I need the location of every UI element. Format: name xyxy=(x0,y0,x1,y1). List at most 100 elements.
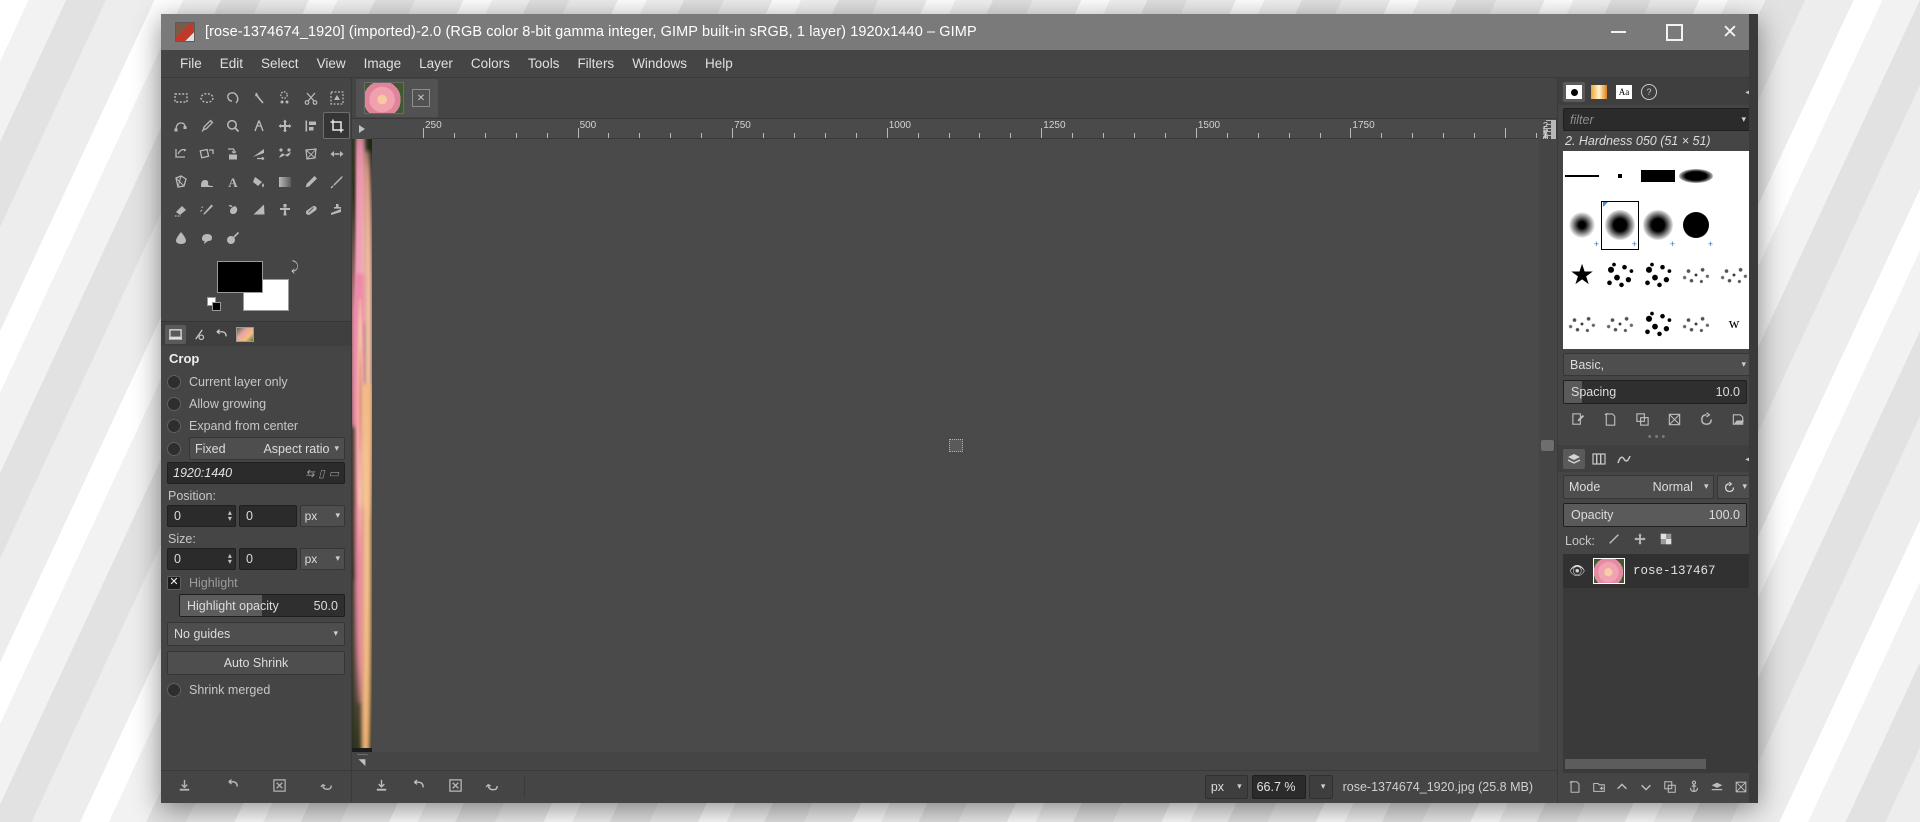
vine-brush[interactable]: w xyxy=(1715,300,1753,350)
tool-options-tab[interactable] xyxy=(165,325,186,344)
undo-history-tab[interactable] xyxy=(211,325,232,344)
pixel-brush[interactable] xyxy=(1601,151,1639,201)
ellipse-select-tool[interactable] xyxy=(193,84,220,111)
rectangle-select-tool[interactable] xyxy=(167,84,194,111)
size-height-input[interactable]: 0 xyxy=(238,548,297,570)
hardness-075-brush[interactable]: + xyxy=(1639,201,1677,251)
size-unit-combo[interactable]: px ▾ xyxy=(299,548,346,570)
revert-icon[interactable] xyxy=(485,778,500,796)
block-brush[interactable] xyxy=(1639,151,1677,201)
paths-tool[interactable] xyxy=(167,112,194,139)
portrait-icon[interactable]: ▯ xyxy=(319,467,325,480)
brushes-tab[interactable] xyxy=(1563,82,1585,102)
position-unit-combo[interactable]: px ▾ xyxy=(299,505,346,527)
lower-layer-icon[interactable] xyxy=(1639,780,1653,797)
merge-down-icon[interactable] xyxy=(1710,780,1724,797)
fonts-tab[interactable]: Aa xyxy=(1613,82,1635,102)
acrylic-brush[interactable] xyxy=(1601,250,1639,300)
new-layer-icon[interactable] xyxy=(1568,780,1582,797)
bucket-fill-tool[interactable] xyxy=(245,168,272,195)
blur-sharpen-tool[interactable] xyxy=(167,224,194,251)
menu-help[interactable]: Help xyxy=(696,52,742,75)
hardness-025-brush[interactable]: + xyxy=(1563,201,1601,251)
free-select-tool[interactable] xyxy=(219,84,246,111)
menu-select[interactable]: Select xyxy=(252,52,308,75)
horizontal-scrollbar[interactable] xyxy=(1539,139,1557,752)
scale-tool[interactable] xyxy=(193,140,220,167)
layer-mode-switch-button[interactable]: ▾ xyxy=(1717,475,1753,499)
vscroll-track[interactable] xyxy=(356,754,368,755)
raise-layer-icon[interactable] xyxy=(1615,780,1629,797)
line-brush[interactable] xyxy=(1563,151,1601,201)
menu-view[interactable]: View xyxy=(308,52,355,75)
clone-tool[interactable] xyxy=(271,196,298,223)
menu-image[interactable]: Image xyxy=(355,52,411,75)
airbrush-tool[interactable] xyxy=(193,196,220,223)
position-x-stepper[interactable]: ▴ ▾ xyxy=(228,509,232,523)
refresh-brushes-icon[interactable] xyxy=(1699,412,1714,430)
hardness-050-brush[interactable]: + xyxy=(1601,200,1639,251)
paintbrush-tool[interactable] xyxy=(323,168,350,195)
duplicate-layer-icon[interactable] xyxy=(1663,780,1677,797)
option-highlight[interactable]: Highlight xyxy=(167,572,345,593)
layer-mode-combo[interactable]: Mode Normal ▾ xyxy=(1563,475,1715,499)
ink-tool[interactable] xyxy=(219,196,246,223)
ellipse-brush[interactable] xyxy=(1677,151,1715,201)
gradients-tab[interactable] xyxy=(1588,82,1610,102)
charcoal-brush[interactable] xyxy=(1715,250,1753,300)
document-history-tab[interactable]: ? xyxy=(1638,82,1660,102)
brush-tag-combo[interactable]: Basic, ▾ xyxy=(1563,353,1753,376)
select-by-color-tool[interactable] xyxy=(271,84,298,111)
zoom-tool[interactable] xyxy=(219,112,246,139)
option-expand-from-center[interactable]: Expand from center xyxy=(167,415,345,436)
horizontal-ruler[interactable]: 250 500 750 1000 1250 1500 1750 xyxy=(372,119,1539,139)
menu-tools[interactable]: Tools xyxy=(519,52,569,75)
new-brush-icon[interactable] xyxy=(1603,412,1618,430)
bristles-brush[interactable] xyxy=(1639,250,1677,300)
menu-edit[interactable]: Edit xyxy=(211,52,252,75)
grass-brush[interactable] xyxy=(1639,300,1677,350)
layer-opacity-slider[interactable]: Opacity 100.0 xyxy=(1563,503,1747,527)
rotate-tool[interactable] xyxy=(167,140,194,167)
handle-transform-tool[interactable] xyxy=(297,140,324,167)
dry-brush[interactable] xyxy=(1601,300,1639,350)
guides-combo[interactable]: No guides ▾ xyxy=(167,622,345,646)
mypaint-brush-tool[interactable] xyxy=(245,196,272,223)
alignment-tool[interactable] xyxy=(297,112,324,139)
minimize-button[interactable] xyxy=(1590,14,1646,50)
allow-growing-checkbox[interactable] xyxy=(167,396,181,411)
warp-transform-tool[interactable] xyxy=(193,168,220,195)
brush-grid[interactable]: + + + + ★ w xyxy=(1563,14,1758,803)
position-y-input[interactable]: 0 xyxy=(238,505,297,527)
color-picker-tool[interactable] xyxy=(193,112,220,139)
gradient-tool[interactable] xyxy=(271,168,298,195)
size-width-stepper[interactable]: ▴ ▾ xyxy=(228,552,232,566)
blank-brush[interactable] xyxy=(1715,151,1753,201)
delete-layer-icon[interactable] xyxy=(1734,780,1748,797)
menu-windows[interactable]: Windows xyxy=(623,52,696,75)
chevron-down-icon[interactable]: ▾ xyxy=(1741,115,1746,125)
sparks-brush[interactable] xyxy=(1677,300,1715,350)
edit-brush-icon[interactable] xyxy=(1571,412,1586,430)
confetti-brush[interactable] xyxy=(1563,300,1601,350)
lock-alpha-icon[interactable] xyxy=(1659,532,1673,549)
hscroll-thumb[interactable] xyxy=(1541,440,1555,451)
channels-tab[interactable] xyxy=(1588,449,1610,469)
zoom-dropdown-button[interactable]: ▾ xyxy=(1308,775,1333,799)
fixed-checkbox[interactable] xyxy=(167,441,181,456)
delete-brush-icon[interactable] xyxy=(1667,412,1682,430)
maximize-button[interactable] xyxy=(1646,14,1702,50)
reset-colors-icon[interactable] xyxy=(207,297,222,312)
image-canvas[interactable] xyxy=(352,139,372,752)
flip-tool[interactable] xyxy=(323,140,350,167)
perspective-tool[interactable] xyxy=(245,140,272,167)
vscroll-thumb[interactable] xyxy=(356,754,368,755)
open-brush-folder-icon[interactable] xyxy=(1731,412,1746,430)
foreground-color-swatch[interactable] xyxy=(217,261,263,293)
crop-tool[interactable] xyxy=(323,112,350,139)
cage-transform-tool[interactable] xyxy=(167,168,194,195)
close-tab-icon[interactable]: ✕ xyxy=(412,89,430,107)
option-shrink-merged[interactable]: Shrink merged xyxy=(167,679,345,700)
layer-row[interactable]: 👁 rose-137467 xyxy=(1563,554,1753,588)
new-layer-group-icon[interactable] xyxy=(1592,780,1606,797)
